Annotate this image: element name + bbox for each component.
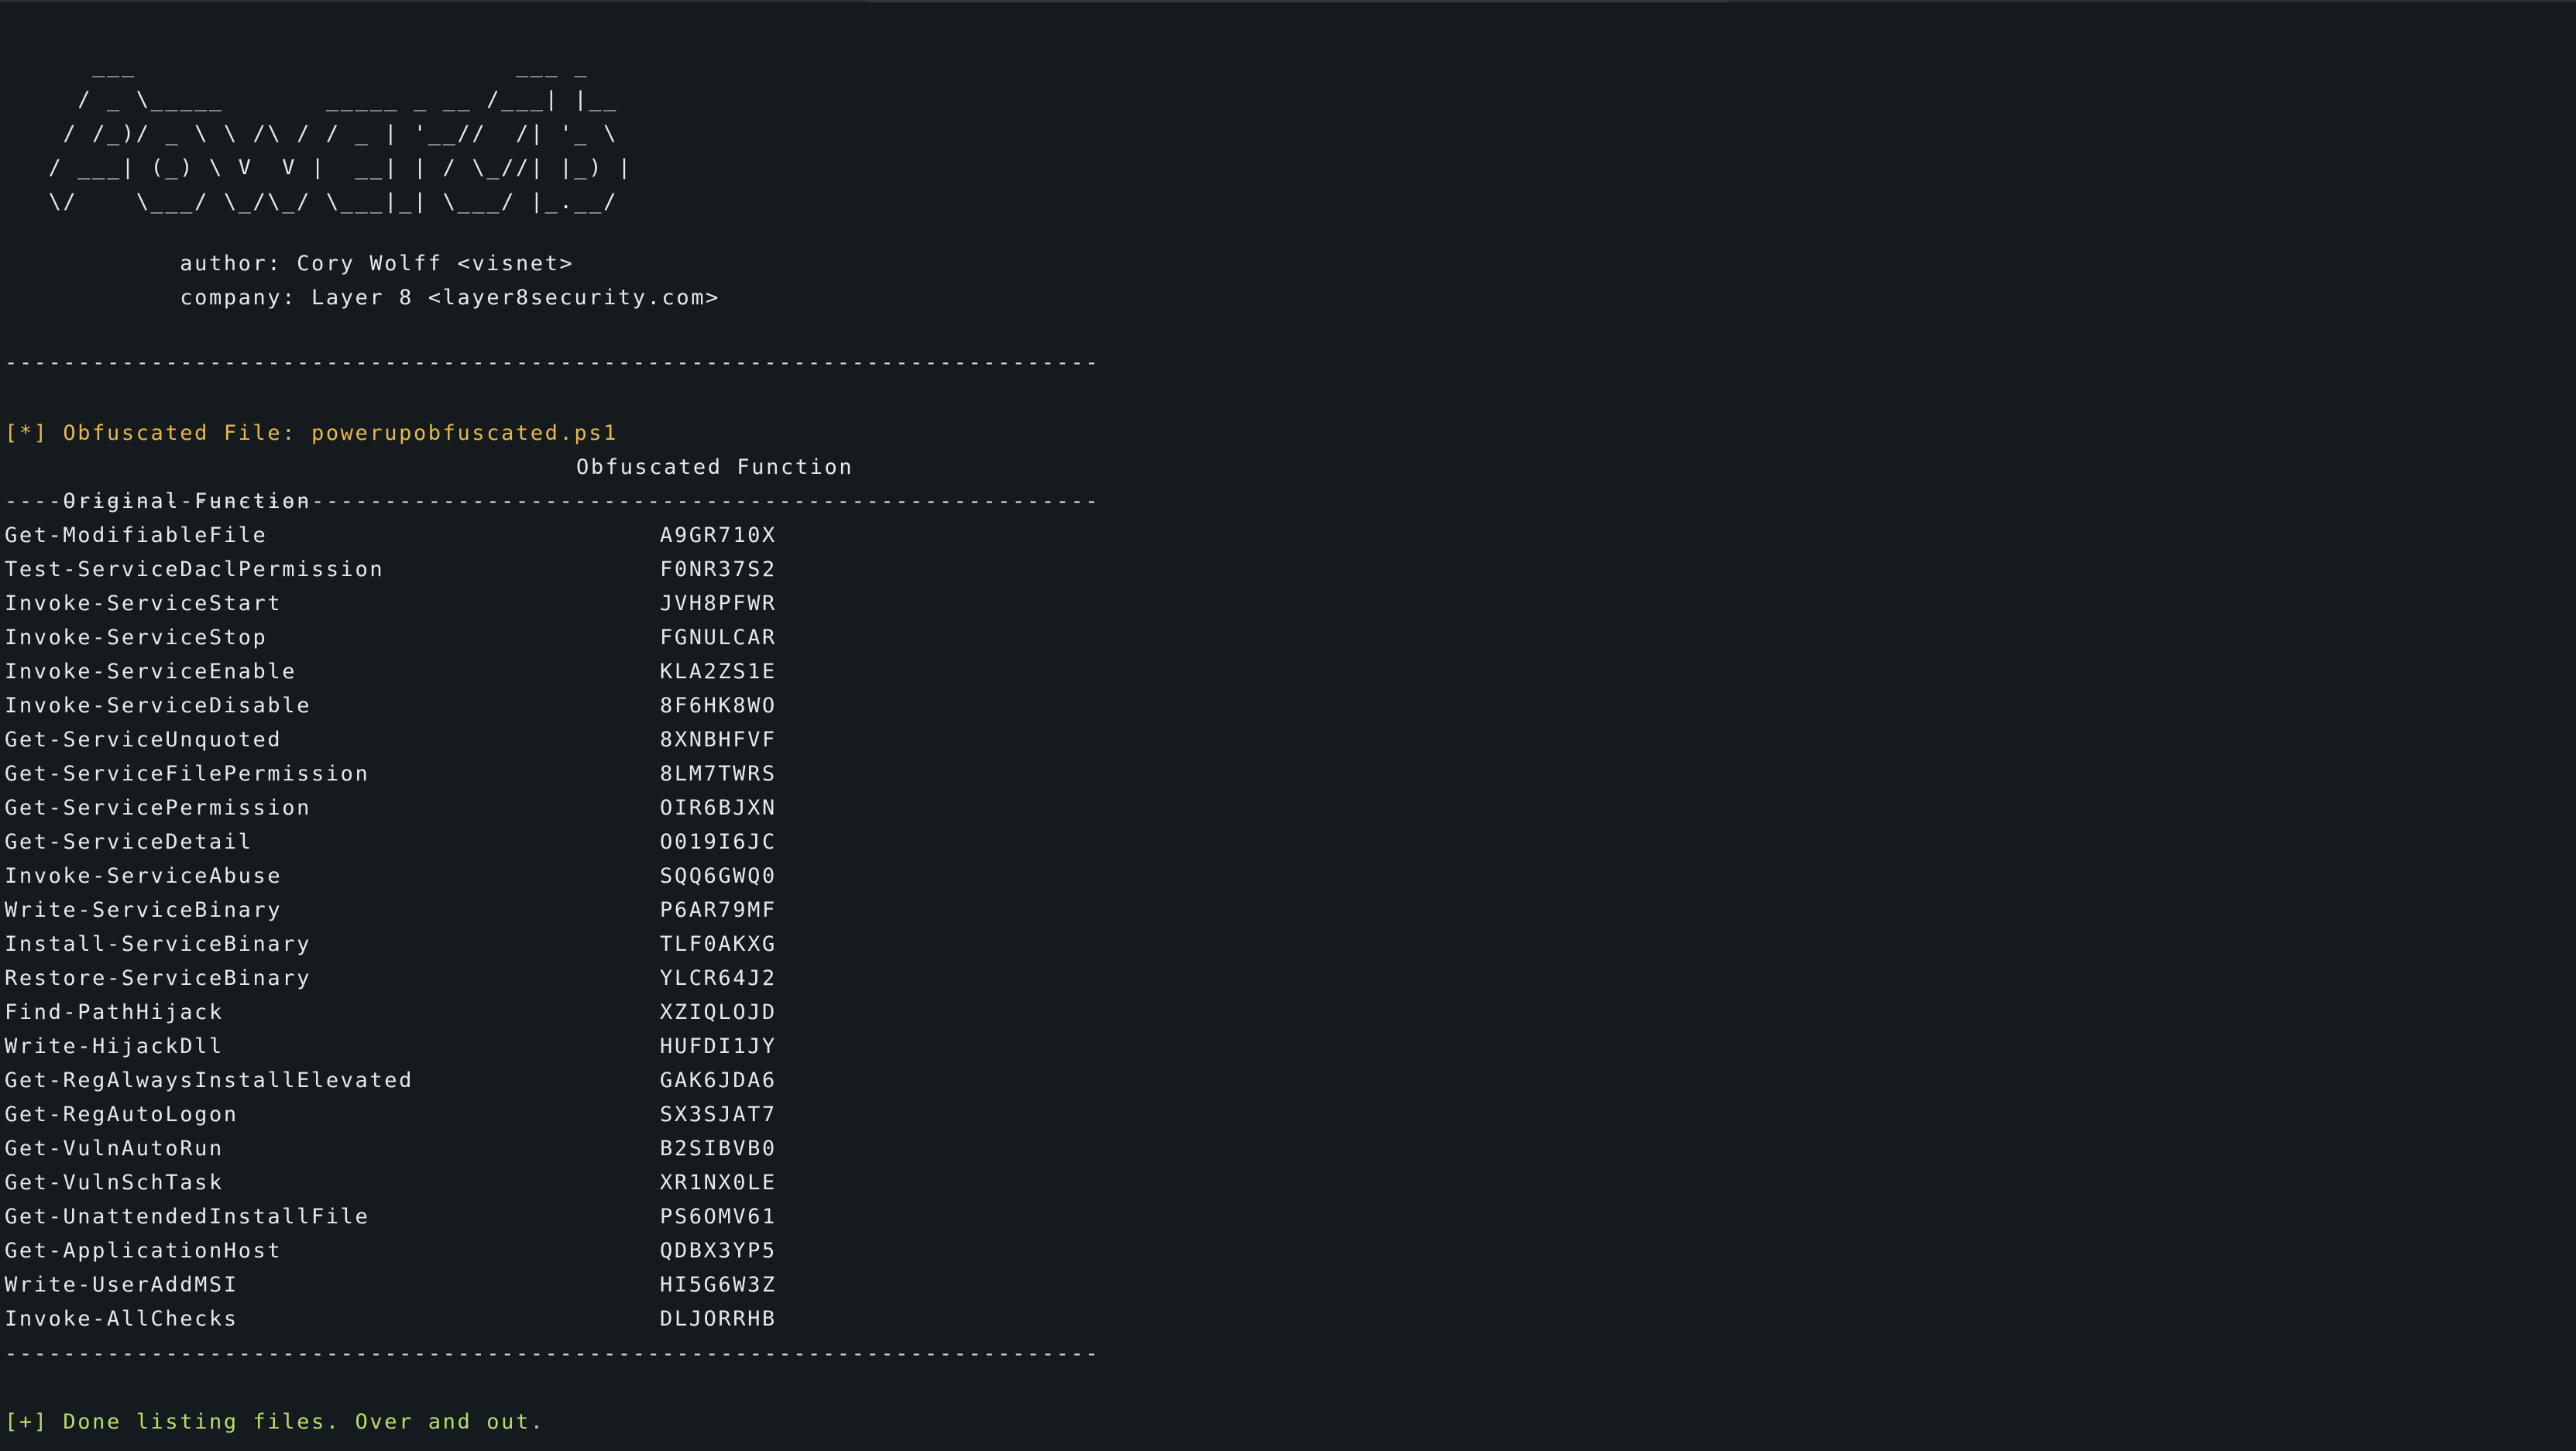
obfuscated-function-cell: 8F6HK8WO [660, 694, 777, 718]
table-header: Original Function Obfuscated Function [5, 451, 851, 513]
table-row: Get-ServiceFilePermission 8LM7TWRS [5, 757, 775, 791]
original-function-cell: Get-ModifiableFile [5, 523, 268, 547]
table-row: Get-RegAutoLogon SX3SJAT7 [5, 1098, 775, 1132]
terminal-top-border [0, 0, 2576, 2]
table-row: Get-ModifiableFile A9GR710X [5, 519, 775, 553]
obfuscated-function-cell: GAK6JDA6 [660, 1069, 777, 1093]
original-function-cell: Get-RegAutoLogon [5, 1103, 239, 1127]
original-function-cell: Restore-ServiceBinary [5, 966, 311, 990]
banner-line: ___ ___ _ [5, 53, 589, 77]
divider: ----------------------------------------… [5, 1342, 1101, 1366]
original-function-cell: Write-HijackDll [5, 1034, 224, 1058]
divider: ----------------------------------------… [5, 489, 1101, 513]
original-function-cell: Get-VulnSchTask [5, 1171, 224, 1195]
header-obfuscated-function: Obfuscated Function [576, 455, 854, 479]
table-row: Invoke-AllChecks DLJORRHB [5, 1302, 775, 1336]
obfuscated-function-cell: KLA2ZS1E [660, 660, 777, 684]
banner-line: / /_)/ _ \ \ /\ / / _ | '__// /| '_ \ [5, 122, 618, 146]
original-function-cell: Get-ServicePermission [5, 796, 311, 820]
original-function-cell: Invoke-ServiceDisable [5, 694, 311, 718]
table-row: Restore-ServiceBinary YLCR64J2 [5, 962, 775, 996]
banner-line: / ___| (_) \ V V | __| | / \_//| |_) | [5, 156, 633, 180]
original-function-cell: Write-UserAddMSI [5, 1273, 239, 1297]
original-function-cell: Get-ServiceDetail [5, 830, 253, 854]
obfuscated-function-cell: OIR6BJXN [660, 796, 777, 820]
obfuscated-function-cell: PS6OMV61 [660, 1205, 777, 1229]
original-function-cell: Invoke-ServiceStart [5, 592, 283, 616]
table-row: Write-UserAddMSI HI5G6W3Z [5, 1268, 775, 1302]
table-row: Get-VulnSchTask XR1NX0LE [5, 1166, 775, 1200]
original-function-cell: Invoke-ServiceEnable [5, 660, 297, 684]
table-row: Invoke-ServiceStop FGNULCAR [5, 621, 775, 655]
original-function-cell: Get-VulnAutoRun [5, 1137, 224, 1161]
original-function-cell: Invoke-ServiceAbuse [5, 864, 283, 888]
table-row: Get-UnattendedInstallFile PS6OMV61 [5, 1200, 775, 1234]
obfuscated-function-cell: YLCR64J2 [660, 966, 777, 990]
obfuscated-function-cell: FGNULCAR [660, 626, 777, 650]
banner-line: / _ \_____ _____ _ __ /___| |__ [5, 87, 618, 111]
obfuscated-function-cell: XZIQLOJD [660, 1000, 777, 1024]
original-function-cell: Invoke-AllChecks [5, 1307, 239, 1331]
table-row: Write-HijackDll HUFDI1JY [5, 1030, 775, 1064]
obfuscated-function-cell: JVH8PFWR [660, 592, 777, 616]
company-line: company: Layer 8 <layer8security.com> [5, 286, 720, 310]
original-function-cell: Get-ServiceFilePermission [5, 762, 370, 786]
obfuscated-function-cell: HUFDI1JY [660, 1034, 777, 1058]
original-function-cell: Get-UnattendedInstallFile [5, 1205, 370, 1229]
original-function-cell: Write-ServiceBinary [5, 898, 283, 922]
terminal-window[interactable]: ___ ___ _ / _ \_____ _____ _ __ /___| |_… [0, 0, 2576, 1451]
obfuscated-function-cell: XR1NX0LE [660, 1171, 777, 1195]
table-row: Get-ServiceUnquoted 8XNBHFVF [5, 723, 775, 757]
table-row: Write-ServiceBinary P6AR79MF [5, 894, 775, 928]
obfuscated-function-cell: QDBX3YP5 [660, 1239, 777, 1263]
obfuscated-function-cell: HI5G6W3Z [660, 1273, 777, 1297]
original-function-cell: Get-ServiceUnquoted [5, 728, 283, 752]
original-function-cell: Get-RegAlwaysInstallElevated [5, 1069, 414, 1093]
table-row: Get-VulnAutoRun B2SIBVB0 [5, 1132, 775, 1166]
obfuscated-function-cell: TLF0AKXG [660, 932, 777, 956]
obfuscated-function-cell: F0NR37S2 [660, 557, 777, 581]
original-function-cell: Get-ApplicationHost [5, 1239, 283, 1263]
original-function-cell: Install-ServiceBinary [5, 932, 311, 956]
table-row: Invoke-ServiceStart JVH8PFWR [5, 587, 775, 621]
table-row: Find-PathHijack XZIQLOJD [5, 996, 775, 1030]
obfuscated-function-cell: SQQ6GWQ0 [660, 864, 777, 888]
obfuscated-function-cell: A9GR710X [660, 523, 777, 547]
author-line: author: Cory Wolff <visnet> [5, 252, 575, 276]
table-row: Invoke-ServiceEnable KLA2ZS1E [5, 655, 775, 689]
table-row: Get-ApplicationHost QDBX3YP5 [5, 1234, 775, 1268]
table-row: Get-ServiceDetail O019I6JC [5, 825, 775, 859]
table-row: Test-ServiceDaclPermission F0NR37S2 [5, 553, 775, 587]
table-row: Invoke-ServiceAbuse SQQ6GWQ0 [5, 859, 775, 894]
obfuscated-function-cell: SX3SJAT7 [660, 1103, 777, 1127]
obfuscated-function-cell: O019I6JC [660, 830, 777, 854]
obfuscated-file-status: [*] Obfuscated File: powerupobfuscated.p… [5, 421, 618, 445]
banner-line: \/ \___/ \_/\_/ \___|_| \___/ |_.__/ [5, 190, 618, 214]
table-row: Install-ServiceBinary TLF0AKXG [5, 928, 775, 962]
table-row: Invoke-ServiceDisable 8F6HK8WO [5, 689, 775, 723]
obfuscated-function-cell: 8XNBHFVF [660, 728, 777, 752]
done-status: [+] Done listing files. Over and out. [5, 1410, 545, 1434]
obfuscated-function-cell: B2SIBVB0 [660, 1137, 777, 1161]
table-row: Get-RegAlwaysInstallElevated GAK6JDA6 [5, 1064, 775, 1098]
original-function-cell: Find-PathHijack [5, 1000, 224, 1024]
obfuscated-function-cell: P6AR79MF [660, 898, 777, 922]
obfuscated-function-cell: 8LM7TWRS [660, 762, 777, 786]
obfuscated-function-cell: DLJORRHB [660, 1307, 777, 1331]
table-row: Get-ServicePermission OIR6BJXN [5, 791, 775, 825]
original-function-cell: Test-ServiceDaclPermission [5, 557, 385, 581]
divider: ----------------------------------------… [5, 351, 1101, 375]
original-function-cell: Invoke-ServiceStop [5, 626, 268, 650]
